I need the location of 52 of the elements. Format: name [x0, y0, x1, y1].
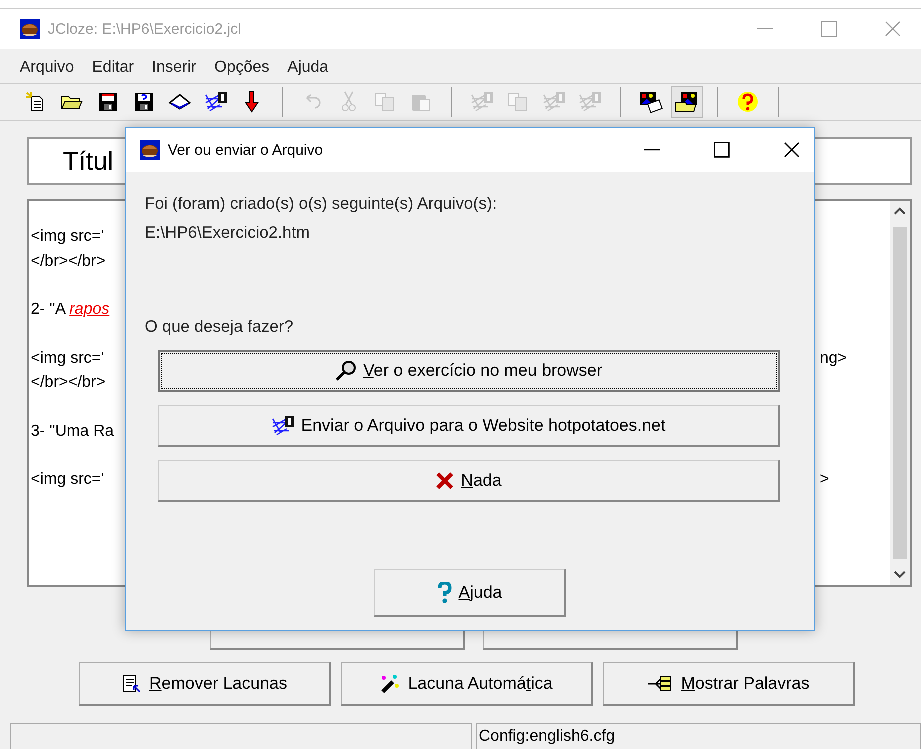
- copy-icon: [507, 92, 529, 112]
- code-line: </br></br>: [30, 252, 106, 272]
- menu-item[interactable]: Ajuda: [280, 57, 337, 79]
- dialog-button[interactable]: Enviar o Arquivo para o Website hotpotatoes.net: [158, 405, 780, 447]
- clipboard-icon: [410, 92, 432, 112]
- copy-icon: [374, 92, 396, 112]
- question-mark-icon: [436, 582, 453, 604]
- question-text: O que deseja fazer?: [145, 317, 295, 338]
- help-icon: [737, 91, 759, 113]
- maximize-icon[interactable]: [714, 142, 730, 158]
- picture-folder-icon: [675, 91, 699, 113]
- action-button[interactable]: Lacuna Automática: [341, 662, 593, 706]
- pictures-icon: [639, 91, 663, 113]
- app-icon: [140, 140, 160, 160]
- help-button[interactable]: Ajuda: [374, 569, 566, 617]
- new-document-icon: [26, 92, 46, 112]
- scroll-up-icon[interactable]: [894, 207, 906, 215]
- document-arrow-icon: [122, 674, 142, 694]
- down-arrow-icon: [245, 91, 259, 113]
- menu-item[interactable]: Inserir: [144, 57, 204, 79]
- status-text: Config:english6.cfg: [476, 723, 921, 749]
- magic-wand-icon: [380, 674, 400, 694]
- dialog-button[interactable]: Ver o exercício no meu browser: [158, 350, 780, 392]
- scrollbar[interactable]: [890, 201, 910, 585]
- dialog-button[interactable]: Nada: [158, 460, 780, 502]
- file-path: E:\HP6\Exercicio2.htm: [145, 223, 312, 244]
- close-icon: [435, 470, 456, 490]
- menu-item[interactable]: Arquivo: [12, 57, 82, 79]
- dialog-title: Ver ou enviar o Arquivo: [168, 142, 324, 158]
- scroll-thumb[interactable]: [893, 227, 907, 559]
- menu-item[interactable]: Editar: [84, 57, 142, 79]
- minimize-icon[interactable]: [644, 149, 660, 151]
- code-line: 2- "A rapos: [30, 301, 110, 320]
- action-button[interactable]: Mostrar Palavras: [603, 662, 855, 706]
- code-line: <img src=': [30, 350, 104, 368]
- code-line: </br></br>: [30, 374, 106, 393]
- action-button[interactable]: Remover Lacunas: [79, 662, 331, 706]
- scroll-down-icon[interactable]: [894, 571, 906, 579]
- code-line: ng>: [820, 350, 848, 368]
- scissors-icon: [342, 91, 356, 113]
- menu-item[interactable]: Opções: [206, 57, 278, 79]
- window-title: JCloze: E:\HP6\Exercicio2.jcl: [48, 20, 242, 38]
- tree-icon: [647, 674, 674, 692]
- code-line: >: [820, 471, 830, 490]
- code-line: <img src=': [30, 471, 104, 490]
- close-icon[interactable]: [784, 142, 800, 158]
- message-text: Foi (foram) criado(s) o(s) seguinte(s) Arquivo(s):: [145, 194, 498, 215]
- app-icon: [20, 19, 40, 39]
- code-line: 3- "Uma Ra: [30, 422, 114, 442]
- search-icon: [335, 360, 358, 382]
- code-line: <img src=': [30, 228, 104, 247]
- toolbar-button[interactable]: [671, 86, 703, 118]
